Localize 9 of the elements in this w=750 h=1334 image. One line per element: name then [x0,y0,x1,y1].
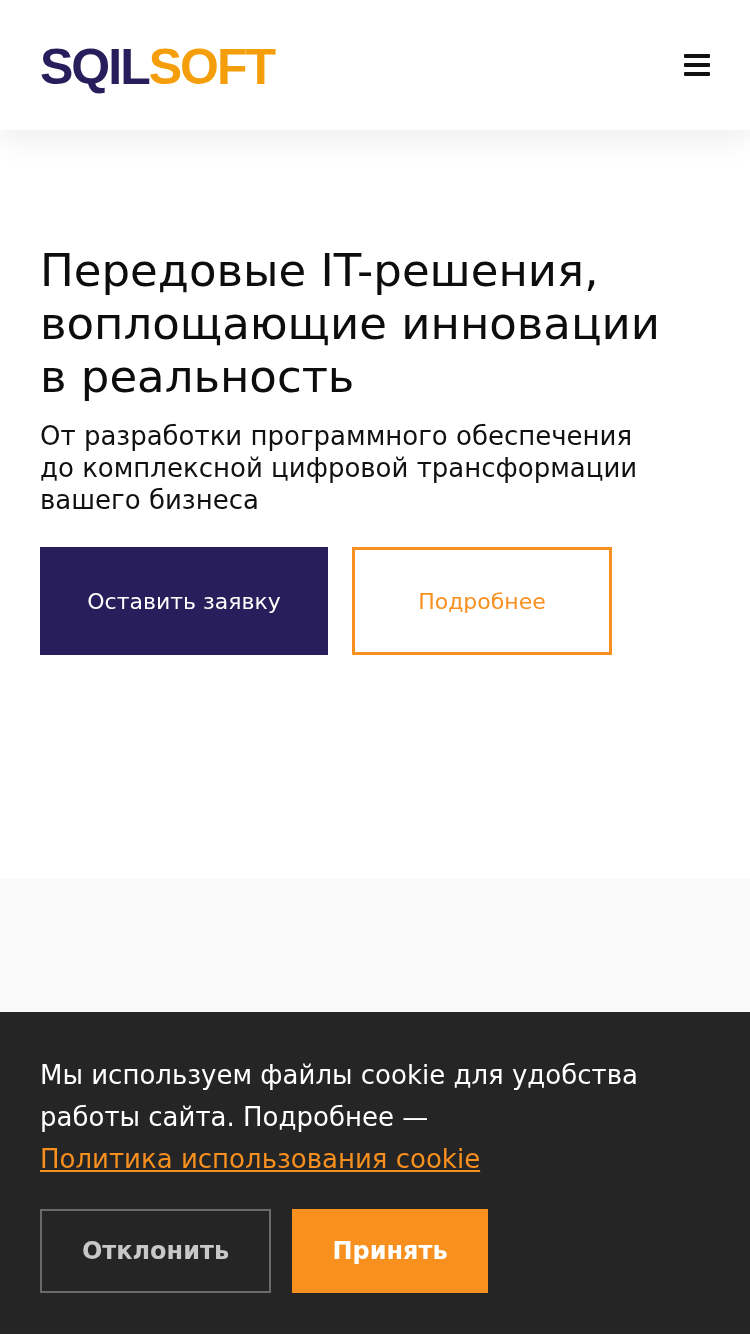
logo[interactable]: SQILSOFT [40,42,274,92]
hero-title: Передовые IT-решения, воплощающие инновации в реальность [40,244,662,403]
menu-icon [684,54,710,76]
menu-button[interactable] [684,54,710,76]
request-button[interactable]: Оставить заявку [40,547,328,655]
cookie-policy-link[interactable]: Политика использования cookie [40,1144,481,1174]
hero-subtitle: От разработки программного обеспечения до комплексной цифровой трансформации вашего бизнеса [40,420,639,516]
decline-button[interactable]: Отклонить [40,1209,271,1293]
cookie-notice: Мы используем файлы cookie для удобства работы сайта. Подробнее — Политика использования cookie [40,1059,639,1176]
